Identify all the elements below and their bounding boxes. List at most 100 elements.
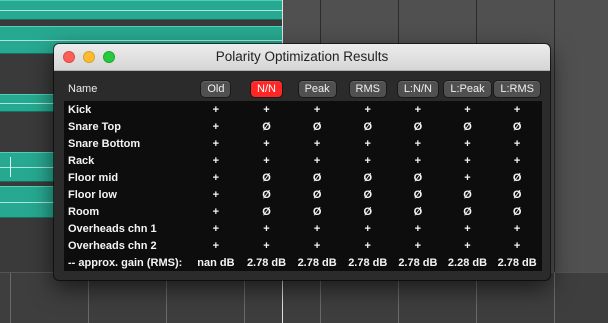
polarity-cell: Ø [492, 169, 542, 186]
polarity-cell: + [393, 237, 443, 254]
track-name-cell: Overheads chn 2 [64, 237, 191, 254]
polarity-cell: + [190, 152, 242, 169]
polarity-cell: + [291, 220, 343, 237]
polarity-cell: Ø [291, 203, 343, 220]
gain-value-cell: 2.28 dB [442, 254, 493, 271]
track-name-cell: Rack [64, 152, 191, 169]
polarity-cell: + [241, 101, 292, 118]
polarity-cell: + [342, 152, 394, 169]
polarity-cell: + [342, 101, 394, 118]
polarity-cell: + [442, 237, 493, 254]
polarity-cell: Ø [393, 118, 443, 135]
polarity-cell: Ø [342, 203, 394, 220]
results-table-container: Name Old N/N Peak RMS L:N/N L:Peak L:RMS Kick +… [64, 79, 542, 271]
polarity-cell: + [241, 220, 292, 237]
table-row: Floor low + Ø Ø Ø Ø Ø Ø [64, 186, 542, 203]
polarity-cell: Ø [393, 203, 443, 220]
table-header-row: Name Old N/N Peak RMS L:N/N L:Peak L:RMS [64, 79, 542, 101]
table-row: Floor mid + Ø Ø Ø Ø + Ø [64, 169, 542, 186]
polarity-cell: Ø [492, 203, 542, 220]
polarity-cell: + [442, 220, 493, 237]
audio-track-region[interactable] [0, 0, 282, 20]
column-select-button[interactable]: L:N/N [397, 81, 438, 97]
polarity-cell: + [291, 152, 343, 169]
polarity-cell: + [442, 169, 493, 186]
polarity-cell: + [393, 220, 443, 237]
polarity-cell: Ø [241, 118, 292, 135]
polarity-cell: + [190, 135, 242, 152]
table-row: Snare Top + Ø Ø Ø Ø Ø Ø [64, 118, 542, 135]
table-row: Room + Ø Ø Ø Ø Ø Ø [64, 203, 542, 220]
polarity-cell: + [442, 135, 493, 152]
column-select-button[interactable]: RMS [349, 81, 386, 97]
polarity-cell: + [442, 101, 493, 118]
polarity-cell: + [190, 118, 242, 135]
polarity-cell: Ø [241, 186, 292, 203]
polarity-cell: Ø [442, 118, 493, 135]
polarity-cell: Ø [342, 169, 394, 186]
table-row: Snare Bottom + + + + + + + [64, 135, 542, 152]
polarity-cell: + [190, 203, 242, 220]
column-select-button[interactable]: Peak [298, 81, 336, 97]
column-header-cell: N/N [241, 79, 292, 101]
column-select-button[interactable]: Old [201, 81, 231, 97]
polarity-cell: Ø [442, 203, 493, 220]
column-header-cell: Old [190, 79, 242, 101]
polarity-cell: + [241, 135, 292, 152]
polarity-cell: + [342, 135, 394, 152]
polarity-cell: + [342, 220, 394, 237]
table-row: Rack + + + + + + + [64, 152, 542, 169]
polarity-results-window: Polarity Optimization Results Name Old N/… [54, 44, 550, 280]
track-name-cell: Kick [64, 101, 191, 118]
polarity-cell: Ø [492, 186, 542, 203]
gain-value-cell: nan dB [190, 254, 242, 271]
column-select-button[interactable]: N/N [251, 81, 282, 97]
column-header-cell: L:Peak [442, 79, 493, 101]
polarity-cell: + [241, 237, 292, 254]
gain-summary-row: -- approx. gain (RMS): nan dB 2.78 dB 2.78 … [64, 254, 542, 271]
polarity-cell: Ø [241, 169, 292, 186]
polarity-cell: Ø [342, 186, 394, 203]
polarity-cell: + [393, 152, 443, 169]
empty-track-lane[interactable] [282, 0, 608, 35]
polarity-cell: Ø [291, 186, 343, 203]
column-select-button[interactable]: L:Peak [444, 81, 491, 97]
polarity-cell: Ø [291, 118, 343, 135]
window-titlebar[interactable]: Polarity Optimization Results [54, 44, 550, 71]
column-header-cell: L:N/N [393, 79, 443, 101]
track-name-cell: Floor mid [64, 169, 191, 186]
track-name-cell: Overheads chn 1 [64, 220, 191, 237]
track-name-cell: Floor low [64, 186, 191, 203]
table-row: Overheads chn 2 + + + + + + + [64, 237, 542, 254]
polarity-cell: + [393, 101, 443, 118]
table-row: Overheads chn 1 + + + + + + + [64, 220, 542, 237]
polarity-cell: + [241, 152, 292, 169]
polarity-cell: + [190, 220, 242, 237]
gain-value-cell: 2.78 dB [393, 254, 443, 271]
polarity-cell: + [492, 135, 542, 152]
gain-value-cell: 2.78 dB [492, 254, 542, 271]
polarity-cell: + [492, 152, 542, 169]
polarity-cell: + [190, 186, 242, 203]
table-body: Kick + + + + + + + Snare Top + Ø Ø Ø Ø Ø Ø Snare Bottom +… [64, 101, 542, 271]
column-select-button[interactable]: L:RMS [494, 81, 540, 97]
polarity-cell: Ø [241, 203, 292, 220]
polarity-cell: + [393, 135, 443, 152]
column-header-cell: L:RMS [492, 79, 542, 101]
polarity-cell: + [190, 169, 242, 186]
table-row: Kick + + + + + + + [64, 101, 542, 118]
polarity-cell: + [442, 152, 493, 169]
window-title: Polarity Optimization Results [215, 49, 389, 64]
polarity-cell: + [291, 135, 343, 152]
polarity-cell: Ø [442, 186, 493, 203]
polarity-cell: + [492, 220, 542, 237]
gain-value-cell: 2.78 dB [342, 254, 394, 271]
track-name-cell: Room [64, 203, 191, 220]
polarity-cell: Ø [393, 169, 443, 186]
name-column-header: Name [64, 79, 191, 101]
results-table: Name Old N/N Peak RMS L:N/N L:Peak L:RMS Kick +… [64, 79, 542, 271]
polarity-cell: Ø [342, 118, 394, 135]
polarity-cell: Ø [492, 118, 542, 135]
gain-value-cell: 2.78 dB [291, 254, 343, 271]
polarity-cell: + [492, 101, 542, 118]
